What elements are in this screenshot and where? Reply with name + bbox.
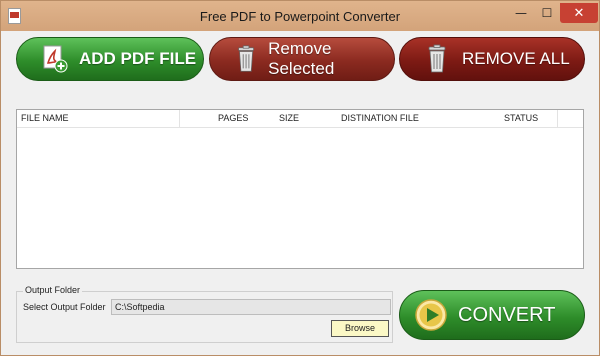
browse-button[interactable]: Browse [331,320,389,337]
output-folder-path-field[interactable]: C:\Softpedia [111,299,391,315]
column-size[interactable]: SIZE [279,113,299,123]
output-folder-title: Output Folder [23,285,83,295]
maximize-button[interactable]: ☐ [534,3,560,23]
remove-all-label: REMOVE ALL [462,49,570,68]
app-window: Free PDF to Powerpoint Converter — ☐ ✕ A… [0,0,600,356]
select-output-folder-label: Select Output Folder [23,302,106,312]
pdf-add-icon [43,45,68,73]
close-button[interactable]: ✕ [560,3,598,23]
column-destination-file[interactable]: DISTINATION FILE [341,113,419,123]
minimize-button[interactable]: — [508,3,534,23]
column-status[interactable]: STATUS [504,113,538,123]
add-pdf-file-button[interactable]: ADD PDF FILE [16,37,204,81]
trash-icon [238,45,254,72]
trash-icon [428,44,446,73]
remove-selected-label: Remove Selected [268,39,335,78]
remove-all-button[interactable]: REMOVE ALL [399,37,585,81]
play-icon [415,299,447,331]
add-pdf-file-label: ADD PDF FILE [79,49,197,68]
title-bar: Free PDF to Powerpoint Converter — ☐ ✕ [1,1,599,31]
column-divider [179,110,180,127]
column-pages[interactable]: PAGES [218,113,248,123]
column-file-name[interactable]: FILE NAME [21,113,69,123]
table-header: FILE NAME PAGES SIZE DISTINATION FILE ST… [17,110,583,128]
column-divider [557,110,558,127]
convert-label: CONVERT [458,303,556,326]
remove-selected-button[interactable]: Remove Selected [209,37,395,81]
file-list-table[interactable]: FILE NAME PAGES SIZE DISTINATION FILE ST… [16,109,584,269]
convert-button[interactable]: CONVERT [399,290,585,340]
